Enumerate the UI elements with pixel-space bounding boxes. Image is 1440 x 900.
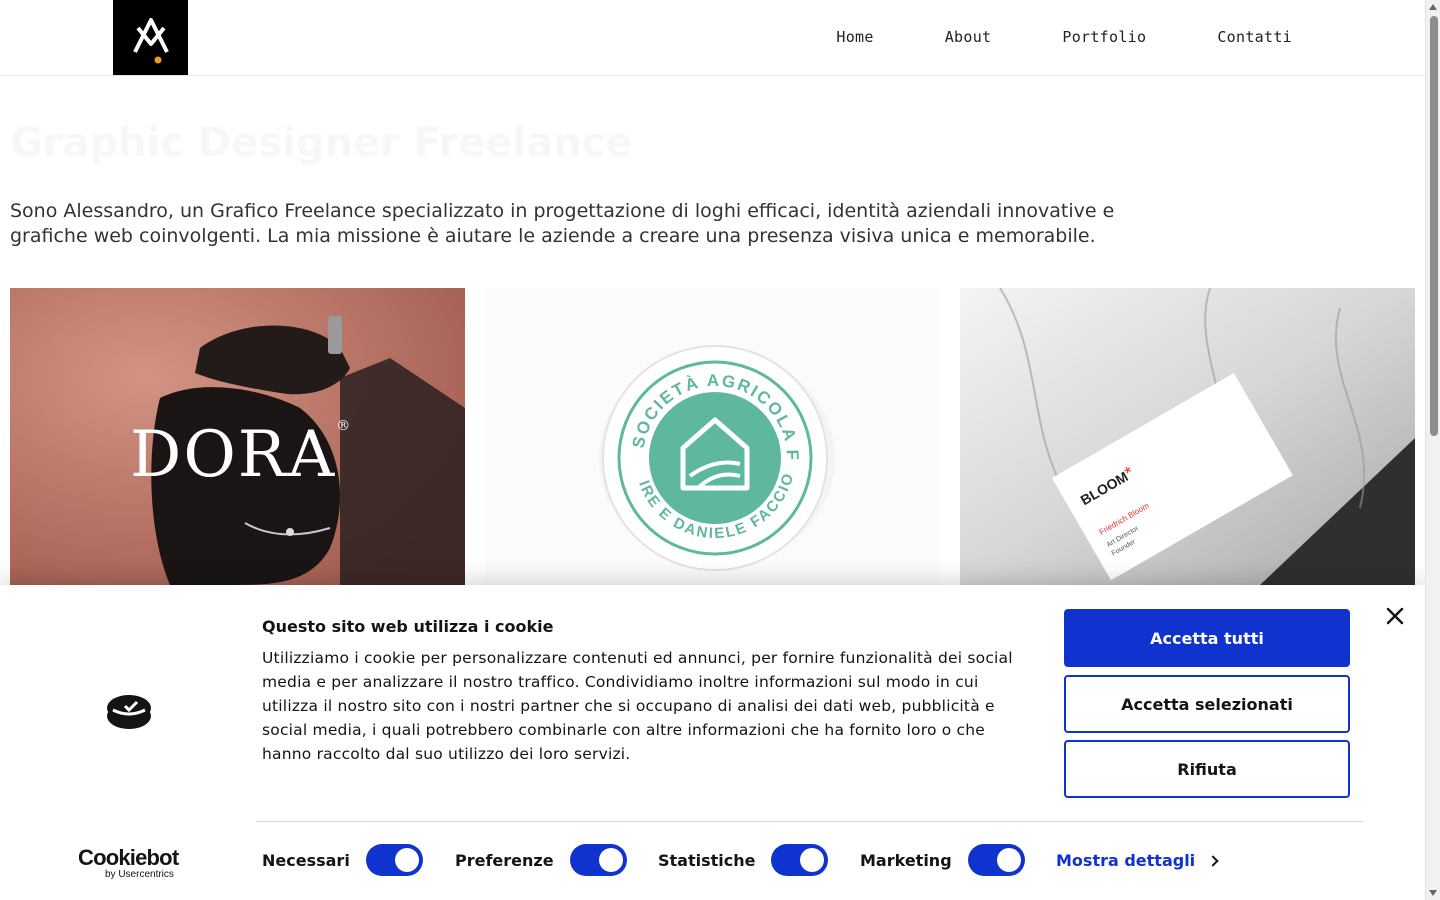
close-icon[interactable] [1384,605,1406,627]
portfolio-item-dora[interactable]: DORA® [10,288,465,585]
show-details-link[interactable]: Mostra dettagli [1056,851,1219,870]
nav-portfolio[interactable]: Portfolio [1062,28,1146,46]
logo-mark-icon [132,17,169,63]
consent-label: Preferenze [455,850,554,870]
portfolio-item-bloom[interactable]: BLOOM * Friedrich Bloom Art Director Fou… [960,288,1415,585]
show-details-label: Mostra dettagli [1056,851,1196,870]
cookiebot-name: Cookiebot [78,845,179,870]
cookie-description: Utilizziamo i cookie per personalizzare … [262,649,1013,763]
scroll-down-icon[interactable] [1429,890,1437,896]
accept-all-button[interactable]: Accetta tutti [1064,609,1350,667]
cookie-banner: Questo sito web utilizza i cookie Utiliz… [0,585,1425,900]
consent-label: Marketing [860,850,952,870]
site-header: Home About Portfolio Contatti [0,0,1425,76]
page-title: Graphic Designer Freelance [10,120,633,166]
chevron-right-icon [1207,854,1219,867]
portfolio-item-societa-agricola[interactable]: SOCIETÀ AGRICOLA FACCIO IRE E DANIELE FA… [485,288,940,585]
dora-brand: DORA [130,418,337,492]
marble-photo: BLOOM * Friedrich Bloom Art Director Fou… [960,288,1415,585]
marketing-toggle[interactable] [967,844,1025,876]
nav-contatti[interactable]: Contatti [1217,28,1292,46]
consent-preferenze: Preferenze [455,843,627,877]
page-scrollbar[interactable] [1425,0,1440,900]
cookie-divider [256,821,1363,822]
site-logo[interactable] [113,0,188,75]
seal-sticker: SOCIETÀ AGRICOLA FACCIO IRE E DANIELE FA… [485,288,835,571]
necessari-toggle[interactable] [365,844,423,876]
cookiebot-byline: by Usercentrics [105,869,174,880]
intro-text: Sono Alessandro, un Grafico Freelance sp… [10,200,1115,247]
nav-about[interactable]: About [945,28,992,46]
scroll-thumb[interactable] [1430,16,1438,436]
scroll-up-icon[interactable] [1429,4,1437,10]
consent-statistiche: Statistiche [658,843,829,877]
main-nav: Home About Portfolio Contatti [765,28,1292,46]
cookie-title: Questo sito web utilizza i cookie [262,617,554,636]
preferenze-toggle[interactable] [569,844,627,876]
statistiche-toggle[interactable] [771,844,829,876]
reject-button[interactable]: Rifiuta [1064,740,1350,798]
consent-necessari: Necessari [262,843,423,877]
accept-selected-button[interactable]: Accetta selezionati [1064,675,1350,733]
dora-reg: ® [336,418,353,434]
cookiebot-logo[interactable]: Cookiebot by Usercentrics [78,845,179,881]
consent-label: Statistiche [658,850,756,870]
nav-home[interactable]: Home [836,28,873,46]
cookie-banner-logo-icon [107,695,151,729]
consent-label: Necessari [262,850,350,870]
consent-marketing: Marketing [860,843,1025,877]
dora-wordmark: DORA® [130,418,352,492]
